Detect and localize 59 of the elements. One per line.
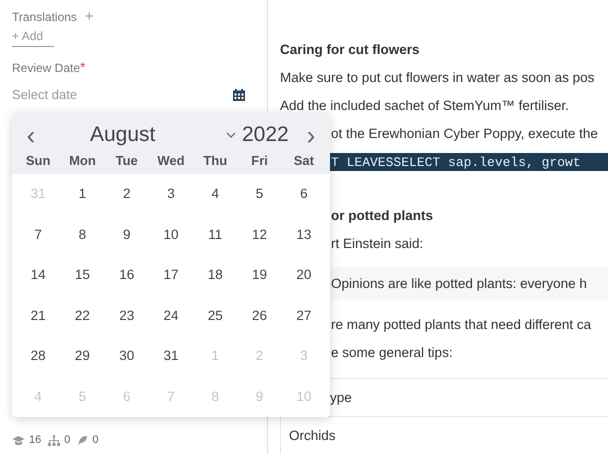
weekday-label: Fri — [250, 153, 269, 168]
weekday-label: Wed — [156, 153, 186, 168]
weekday-label: Tue — [114, 153, 139, 168]
calendar-day[interactable]: 28 — [16, 336, 60, 376]
calendar-day[interactable]: 3 — [148, 174, 194, 214]
calendar-day[interactable]: 21 — [16, 296, 60, 336]
paragraph: e some general tips: — [331, 344, 454, 362]
paragraph: ot the Erewhonian Cyber Poppy, execute the — [331, 125, 599, 144]
calendar-day[interactable]: 6 — [282, 174, 326, 214]
calendar-day[interactable]: 24 — [148, 296, 194, 336]
calendar-day[interactable]: 14 — [16, 255, 60, 296]
paragraph: re many potted plants that need different ca — [331, 316, 592, 334]
calendar-day[interactable]: 25 — [193, 296, 238, 336]
calendar-day[interactable]: 5 — [237, 174, 282, 214]
section-heading: or potted plants — [331, 206, 434, 225]
calendar-day[interactable]: 18 — [193, 255, 238, 296]
next-month-button[interactable]: › — [302, 120, 320, 150]
calendar-day[interactable]: 11 — [193, 214, 238, 255]
calendar-day[interactable]: 10 — [148, 214, 194, 255]
weekday-label: Thu — [202, 153, 228, 168]
paragraph: Make sure to put cut flowers in water as soon as pos — [280, 69, 596, 88]
graduation-cap-icon — [12, 434, 25, 446]
chevron-down-icon — [226, 131, 236, 139]
calendar-day[interactable]: 16 — [104, 255, 149, 296]
calendar-day[interactable]: 17 — [148, 255, 194, 296]
calendar-day[interactable]: 22 — [60, 296, 105, 336]
previous-month-button[interactable]: ‹ — [22, 120, 40, 150]
calendar-day[interactable]: 23 — [104, 296, 149, 336]
calendar-day[interactable]: 15 — [60, 255, 105, 296]
stat-count: 0 — [64, 434, 70, 446]
calendar-day[interactable]: 19 — [237, 255, 282, 296]
calendar-day[interactable]: 31 — [148, 336, 194, 376]
stat-count: 16 — [29, 434, 42, 446]
calendar-day[interactable]: 8 — [60, 214, 105, 255]
paragraph: Add the included sachet of StemYum™ fertiliser. — [280, 97, 570, 116]
translations-label: Translations — [12, 10, 77, 24]
weekday-label: Sun — [24, 153, 52, 168]
calendar-day[interactable]: 30 — [104, 336, 149, 376]
stat-count: 0 — [92, 434, 98, 446]
weekday-label: Mon — [68, 153, 97, 168]
review-date-label: Review Date — [12, 61, 80, 75]
required-asterisk: * — [80, 59, 86, 75]
calendar-day[interactable]: 2 — [104, 174, 149, 214]
calendar-day[interactable]: 4 — [193, 174, 238, 214]
hierarchy-icon — [48, 434, 60, 446]
calendar-day[interactable]: 7 — [16, 214, 60, 255]
calendar-icon — [233, 88, 245, 100]
calendar-day[interactable]: 9 — [104, 214, 149, 255]
section-heading: Caring for cut flowers — [280, 41, 421, 60]
year-select[interactable]: 2022 — [242, 123, 289, 147]
calendar-day[interactable]: 26 — [237, 296, 282, 336]
weekday-label: Sat — [292, 153, 315, 168]
calendar-day[interactable]: 12 — [237, 214, 282, 255]
calendar-day[interactable]: 1 — [60, 174, 105, 214]
month-select[interactable]: August — [90, 123, 190, 147]
calendar-day[interactable]: 13 — [282, 214, 326, 255]
feather-icon — [77, 434, 88, 446]
paragraph: rt Einstein said: — [331, 234, 424, 253]
calendar-day[interactable]: 29 — [60, 336, 105, 376]
